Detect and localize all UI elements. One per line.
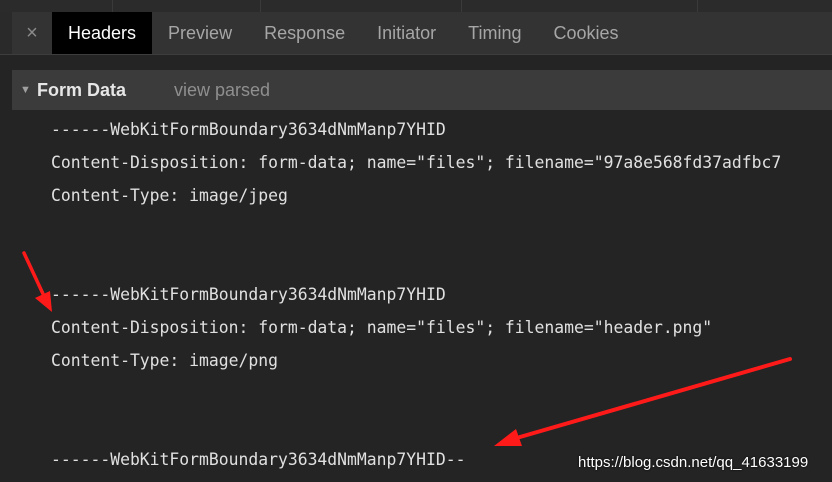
form-data-section-header[interactable]: ▼ Form Data view parsed	[12, 70, 832, 110]
payload-line: Content-Disposition: form-data; name="fi…	[51, 318, 713, 337]
top-strip-segment	[261, 0, 462, 12]
tab-response[interactable]: Response	[248, 12, 361, 54]
tab-preview[interactable]: Preview	[152, 12, 248, 54]
network-detail-tabbar: × Headers Preview Response Initiator Tim…	[0, 12, 832, 55]
top-strip-segment	[0, 0, 113, 12]
tab-timing[interactable]: Timing	[452, 12, 537, 54]
triangle-down-icon[interactable]: ▼	[20, 84, 34, 96]
top-strip-segment	[113, 0, 261, 12]
tabbar-gutter	[0, 12, 12, 54]
top-strip-segment	[462, 0, 698, 12]
top-strip	[0, 0, 832, 12]
watermark: https://blog.csdn.net/qq_41633199	[578, 454, 809, 471]
payload-line: Content-Type: image/jpeg	[51, 186, 288, 205]
tab-headers[interactable]: Headers	[52, 12, 153, 54]
tab-cookies[interactable]: Cookies	[538, 12, 635, 54]
tab-initiator[interactable]: Initiator	[361, 12, 452, 54]
payload-line: ------WebKitFormBoundary3634dNmManp7YHID	[51, 120, 446, 139]
payload-line: ------WebKitFormBoundary3634dNmManp7YHID…	[51, 450, 466, 469]
close-icon[interactable]: ×	[12, 12, 52, 54]
section-title: Form Data	[37, 79, 127, 100]
payload-line: ------WebKitFormBoundary3634dNmManp7YHID	[51, 285, 446, 304]
view-parsed-link[interactable]: view parsed	[174, 80, 270, 101]
payload-line: Content-Disposition: form-data; name="fi…	[51, 153, 782, 172]
payload-line: Content-Type: image/png	[51, 351, 278, 370]
form-data-payload: ------WebKitFormBoundary3634dNmManp7YHID…	[12, 110, 832, 482]
